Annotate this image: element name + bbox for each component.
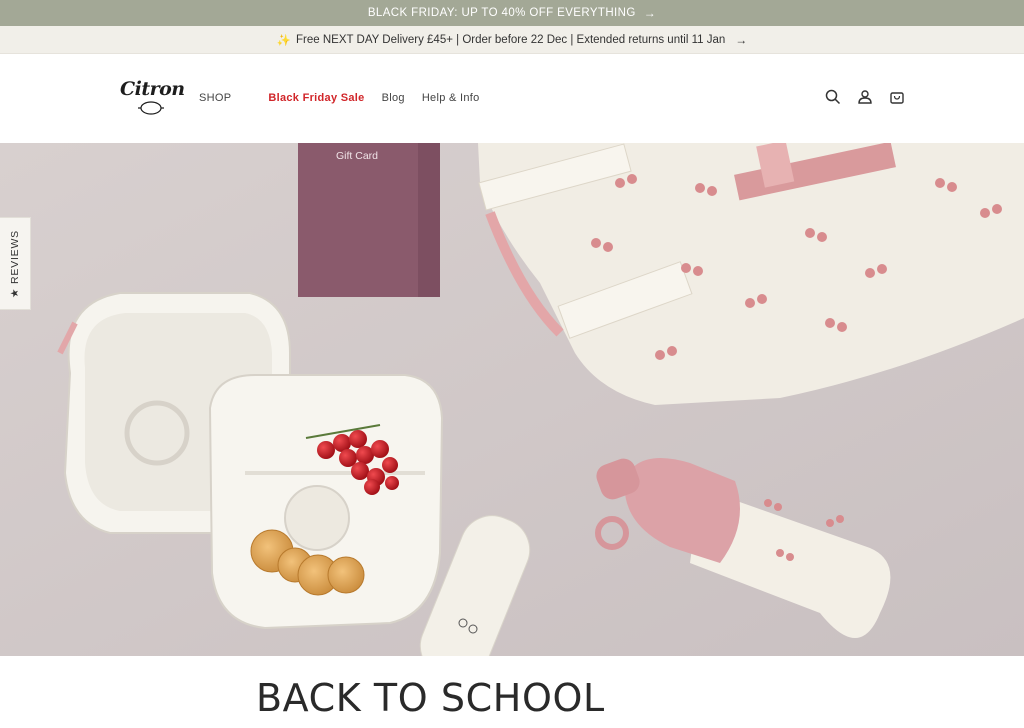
promo-bar[interactable]: BLACK FRIDAY: UP TO 40% OFF EVERYTHING → (0, 0, 1024, 26)
hero-image[interactable]: Gift Card (0, 143, 1024, 656)
delivery-bar[interactable]: ✨ Free NEXT DAY Delivery £45+ | Order be… (0, 26, 1024, 54)
site-header: Citron SHOP Black Friday Sale Blog Help … (0, 54, 1024, 143)
section-title: BACK TO SCHOOL (256, 676, 605, 720)
sparkle-icon: ✨ (276, 34, 292, 47)
reviews-label: REVIEWS (9, 229, 21, 284)
promo-text[interactable]: BLACK FRIDAY: UP TO 40% OFF EVERYTHING (368, 7, 636, 19)
nav-black-friday-sale[interactable]: Black Friday Sale (268, 92, 364, 104)
nav-help-info[interactable]: Help & Info (422, 92, 480, 104)
gift-card-label: Gift Card (336, 150, 378, 162)
logo[interactable]: Citron (118, 74, 185, 122)
cart-icon[interactable] (888, 88, 906, 106)
gift-card: Gift Card (298, 143, 440, 297)
main-nav: SHOP Black Friday Sale Blog Help & Info (199, 92, 497, 104)
reviews-tab[interactable]: ★ REVIEWS (0, 217, 31, 310)
header-icons (824, 88, 906, 106)
account-icon[interactable] (856, 88, 874, 106)
nav-blog[interactable]: Blog (382, 92, 405, 104)
search-icon[interactable] (824, 88, 842, 106)
arrow-right-icon: → (643, 6, 657, 20)
delivery-text[interactable]: Free NEXT DAY Delivery £45+ | Order befo… (296, 34, 725, 46)
logo-wordmark: Citron (120, 78, 185, 100)
star-icon: ★ (9, 287, 21, 298)
nav-shop[interactable]: SHOP (199, 92, 231, 104)
hero-illustration: Gift Card (0, 143, 1024, 656)
arrow-right-icon: → (735, 32, 748, 47)
lemon-icon (138, 101, 164, 115)
